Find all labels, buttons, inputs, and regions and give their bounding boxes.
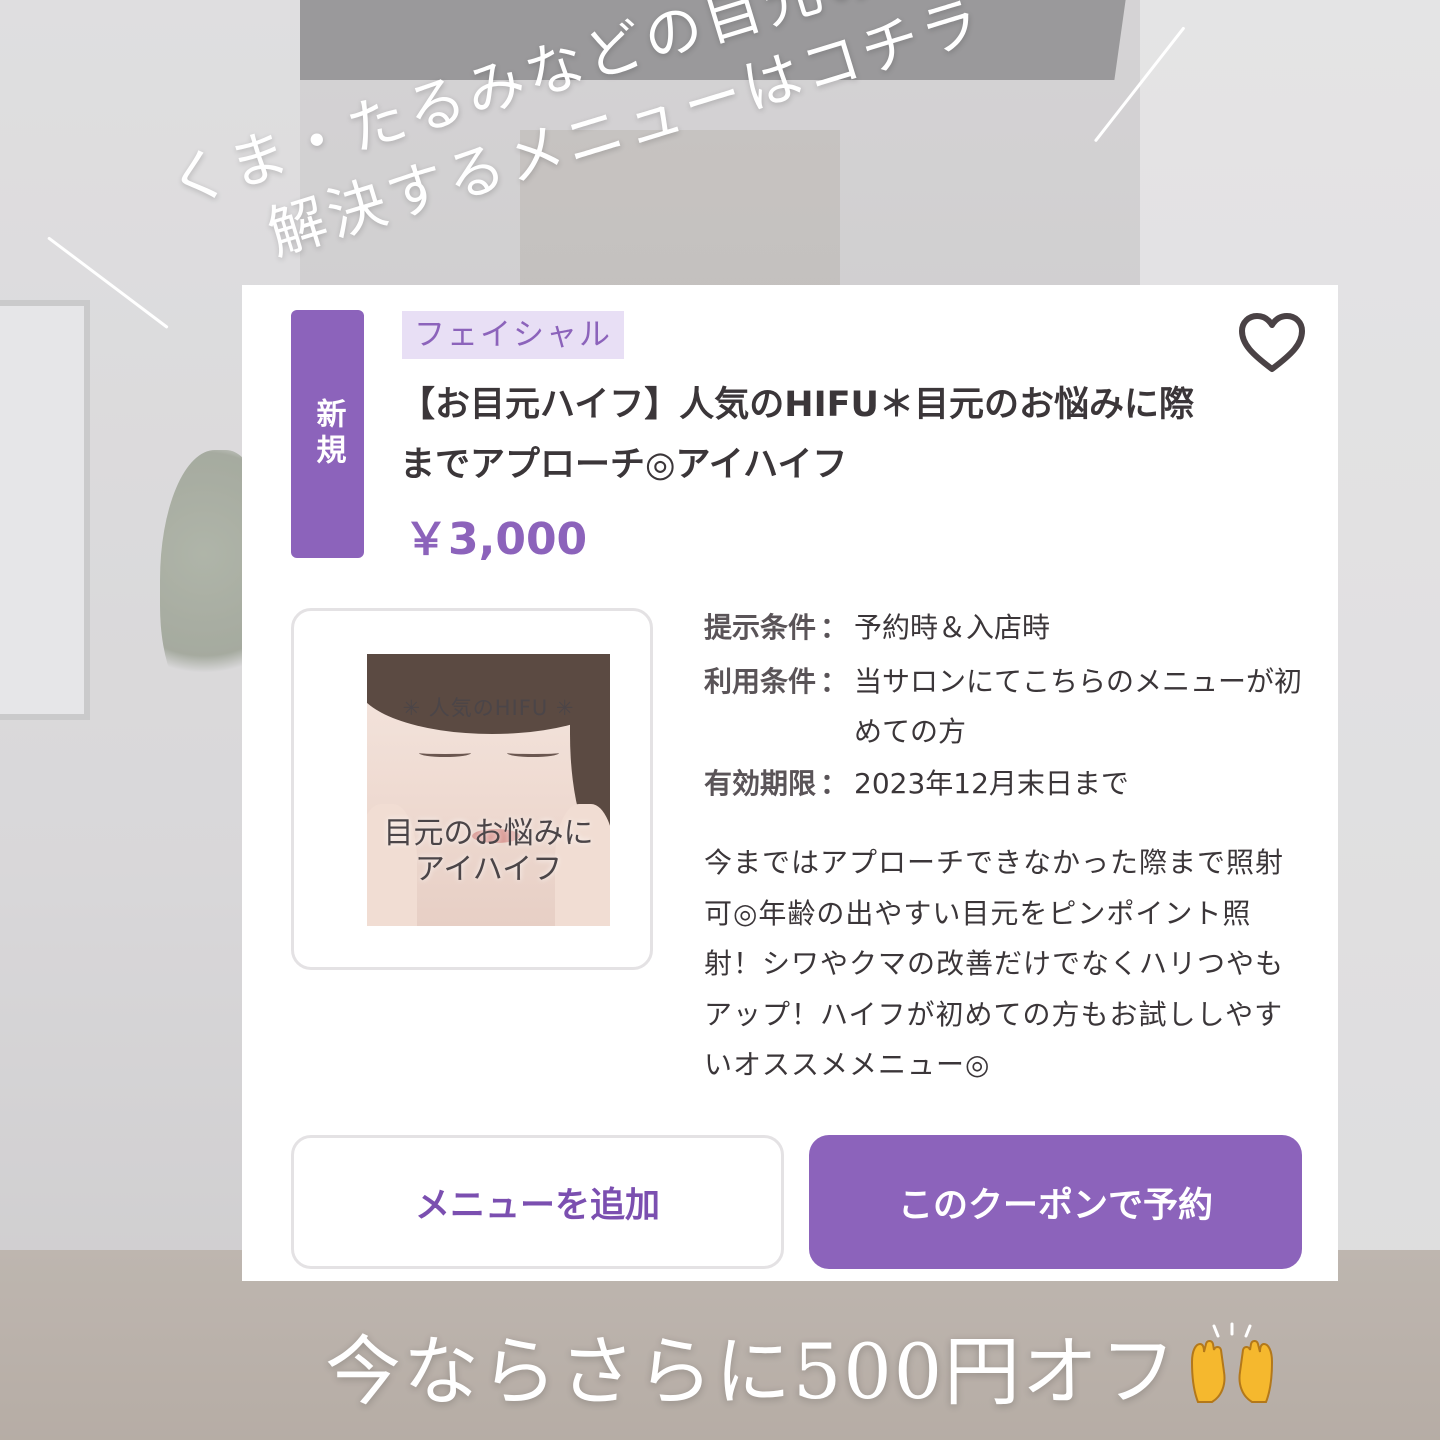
- coupon-card: 新規 フェイシャル 【お目元ハイフ】人気のHIFU＊目元のお悩みに際までアプロー…: [242, 285, 1338, 1281]
- new-badge: 新規: [291, 310, 364, 558]
- raising-hands-icon: [1191, 1322, 1274, 1403]
- promo-text: 今ならさらに500円オフ: [325, 1327, 1179, 1416]
- thumbnail-caption-line2: アイハイフ: [414, 852, 563, 887]
- favorite-button[interactable]: [1234, 309, 1310, 377]
- face-photo: ✳ 人気のHIFU ✳ 目元のお悩みに アイハイフ: [367, 654, 610, 926]
- condition-label: 提示条件: [704, 611, 817, 644]
- condition-value: 当サロンにてこちらのメニューが初めての方: [854, 665, 1303, 748]
- category-tag: フェイシャル: [402, 311, 624, 359]
- menu-description: 今まではアプローチできなかった際まで照射可◎年齢の出やすい目元をピンポイント照射…: [704, 846, 1285, 1081]
- menu-title[interactable]: 【お目元ハイフ】人気のHIFU＊目元のお悩みに際までアプローチ◎アイハイフ: [400, 375, 1220, 495]
- add-menu-button[interactable]: メニューを追加: [291, 1135, 784, 1269]
- heart-icon: [1239, 313, 1305, 372]
- condition-label: 利用条件: [704, 665, 817, 698]
- promo-banner: 今ならさらに500円オフ: [325, 1310, 1280, 1420]
- price: ￥3,000: [404, 514, 588, 565]
- condition-value: 2023年12月末日まで: [854, 767, 1129, 800]
- condition-expiry: 有効期限 ： 2023年12月末日まで: [704, 759, 1304, 809]
- condition-label: 有効期限: [704, 767, 817, 800]
- menu-thumbnail: ✳ 人気のHIFU ✳ 目元のお悩みに アイハイフ: [291, 608, 653, 970]
- condition-presentation: 提示条件 ： 予約時＆入店時: [704, 603, 1304, 653]
- thumbnail-top-text: ✳ 人気のHIFU ✳: [402, 696, 575, 720]
- book-coupon-button[interactable]: このクーポンで予約: [809, 1135, 1302, 1269]
- thumbnail-caption: 目元のお悩みに アイハイフ: [367, 816, 610, 888]
- condition-usage: 利用条件 ： 当サロンにてこちらのメニューが初めての方: [704, 657, 1304, 757]
- thumbnail-caption-line1: 目元のお悩みに: [383, 816, 594, 851]
- condition-value: 予約時＆入店時: [854, 611, 1051, 644]
